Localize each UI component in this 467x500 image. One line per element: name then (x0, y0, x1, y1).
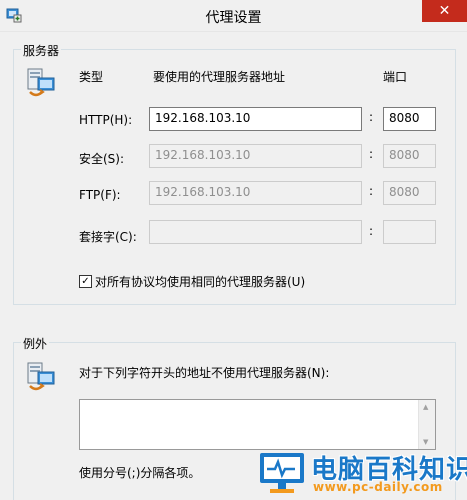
close-icon: ✕ (438, 3, 451, 19)
network-computer-icon (27, 362, 55, 391)
column-header-port: 端口 (383, 70, 408, 84)
http-colon: : (369, 110, 374, 124)
socks-colon: : (369, 224, 374, 238)
window-title: 代理设置 (205, 10, 262, 26)
http-port-input[interactable]: 8080 (383, 107, 436, 131)
watermark-url: www.pc-daily.com (313, 480, 443, 494)
http-address-input[interactable]: 192.168.103.10 (149, 107, 362, 131)
exceptions-textarea[interactable]: ▲ ▼ (79, 399, 436, 450)
http-label: HTTP(H): (79, 113, 133, 127)
exceptions-hint: 使用分号(;)分隔各项。 (79, 466, 201, 480)
socks-port-input[interactable] (383, 220, 436, 244)
ftp-colon: : (369, 184, 374, 198)
socks-address-input[interactable] (149, 220, 362, 244)
secure-port-input[interactable]: 8080 (383, 144, 436, 168)
servers-group-label: 服务器 (21, 42, 62, 59)
column-header-address: 要使用的代理服务器地址 (153, 70, 286, 84)
same-proxy-label[interactable]: 对所有协议均使用相同的代理服务器(U) (95, 273, 305, 290)
close-button[interactable]: ✕ (422, 0, 467, 22)
ftp-address-input[interactable]: 192.168.103.10 (149, 181, 362, 205)
secure-address-input[interactable]: 192.168.103.10 (149, 144, 362, 168)
exceptions-group-label: 例外 (21, 335, 50, 352)
ftp-label: FTP(F): (79, 188, 121, 202)
same-proxy-checkbox[interactable]: ✓ (79, 275, 92, 288)
checkmark-icon: ✓ (81, 276, 90, 287)
servers-group (13, 49, 456, 305)
socks-label: 套接字(C): (79, 230, 137, 244)
secure-colon: : (369, 147, 374, 161)
exceptions-description: 对于下列字符开头的地址不使用代理服务器(N): (79, 366, 330, 380)
scroll-up-icon[interactable]: ▲ (423, 403, 428, 411)
title-bar[interactable]: 代理设置 ✕ (0, 0, 467, 32)
site-watermark: 电脑百科知识 www.pc-daily.com (255, 445, 467, 499)
secure-label: 安全(S): (79, 152, 125, 166)
monitor-logo-icon (260, 453, 304, 493)
network-computer-icon (27, 68, 55, 97)
column-header-type: 类型 (79, 70, 104, 84)
textarea-scrollbar[interactable]: ▲ ▼ (418, 400, 435, 449)
ftp-port-input[interactable]: 8080 (383, 181, 436, 205)
